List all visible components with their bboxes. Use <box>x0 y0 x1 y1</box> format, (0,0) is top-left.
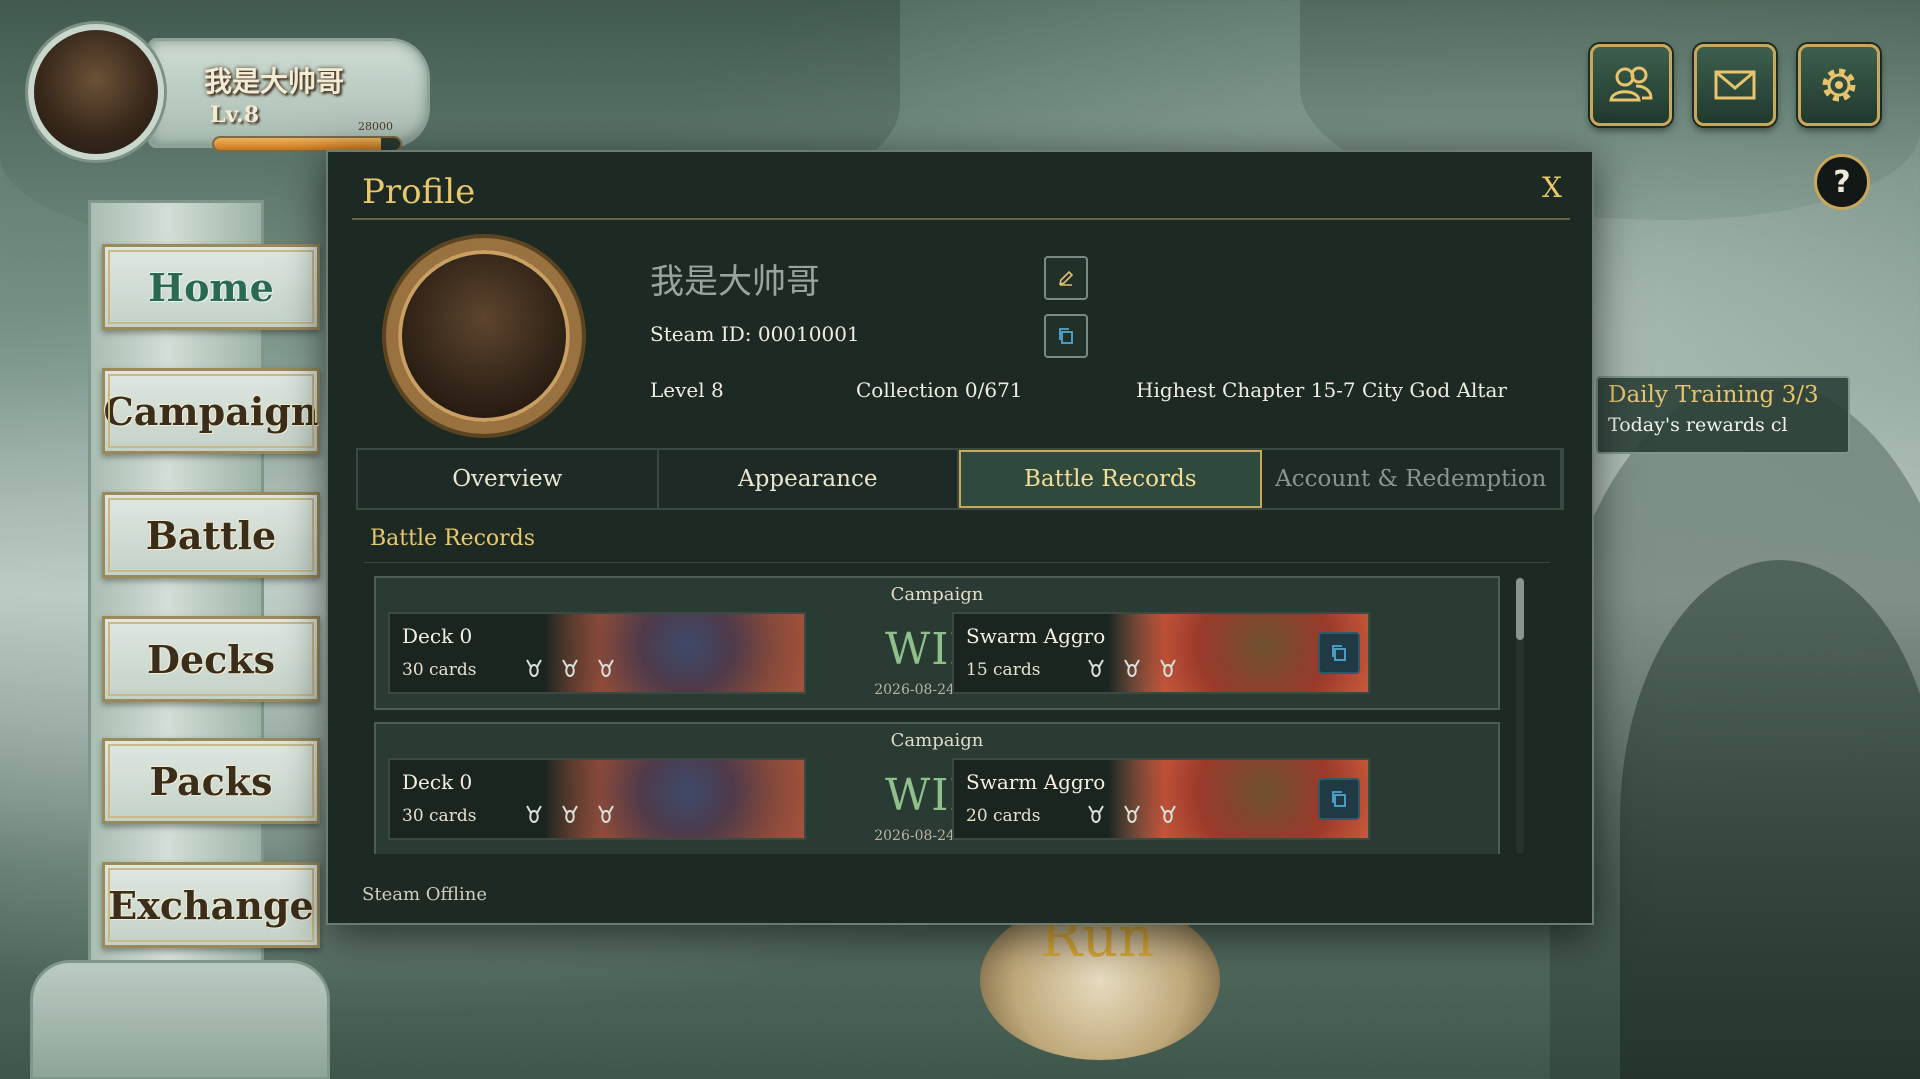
player-deck: Deck 0 30 cards <box>388 612 806 694</box>
player-name: 我是大帅哥 <box>204 65 345 98</box>
profile-avatar[interactable] <box>386 238 582 434</box>
pencil-icon <box>1058 270 1074 286</box>
deck-card-count: 20 cards <box>966 806 1041 826</box>
modal-divider <box>352 218 1570 220</box>
profile-tabs: Overview Appearance Battle Records Accou… <box>356 448 1564 510</box>
player-level: Lv.8 <box>210 102 260 128</box>
faction-icon <box>1084 802 1108 826</box>
steam-status: Steam Offline <box>362 884 488 905</box>
deck-name: Swarm Aggro <box>966 624 1106 648</box>
section-label: Battle Records <box>370 526 536 551</box>
player-avatar[interactable] <box>28 24 164 160</box>
nav-exchange-button[interactable]: Exchange <box>102 862 320 948</box>
nav-packs-button[interactable]: Packs <box>102 738 320 824</box>
battle-record[interactable]: Campaign WIN 2026-08-24 23:46 Deck 0 30 … <box>374 576 1500 710</box>
friends-icon <box>1609 66 1653 102</box>
settings-button[interactable] <box>1798 44 1880 126</box>
profile-name: 我是大帅哥 <box>650 262 820 302</box>
copy-steam-id-button[interactable] <box>1044 314 1088 358</box>
help-button[interactable]: ? <box>1814 154 1870 210</box>
records-scrollbar-thumb[interactable] <box>1516 578 1524 640</box>
copy-deck-button[interactable] <box>1318 632 1360 674</box>
deck-card-count: 15 cards <box>966 660 1041 680</box>
deck-art <box>544 760 804 838</box>
gear-icon <box>1822 68 1856 102</box>
copy-icon <box>1059 328 1073 344</box>
daily-training-title: Daily Training 3/3 <box>1608 382 1819 408</box>
nav-home-label: Home <box>148 264 274 310</box>
pillar-base <box>30 960 330 1079</box>
mail-button[interactable] <box>1694 44 1776 126</box>
faction-icon <box>522 656 546 680</box>
player-deck: Deck 0 30 cards <box>388 758 806 840</box>
deck-art <box>544 614 804 692</box>
section-divider <box>364 562 1550 563</box>
deck-card-count: 30 cards <box>402 660 477 680</box>
nav-battle-button[interactable]: Battle <box>102 492 320 578</box>
collection-stat: Collection 0/671 <box>856 378 1023 402</box>
background-pine-right <box>1620 560 1920 1079</box>
nav-campaign-label: Campaign <box>103 388 319 434</box>
faction-icon <box>594 656 618 680</box>
faction-icon <box>558 802 582 826</box>
faction-icon <box>1084 656 1108 680</box>
nav-campaign-button[interactable]: Campaign <box>102 368 320 454</box>
tab-account-redemption[interactable]: Account & Redemption <box>1261 450 1562 508</box>
steam-id: Steam ID: 00010001 <box>650 322 860 346</box>
nav-decks-label: Decks <box>147 636 275 682</box>
deck-name: Deck 0 <box>402 770 473 794</box>
mail-icon <box>1714 70 1756 100</box>
enemy-deck: Swarm Aggro 20 cards <box>952 758 1370 840</box>
faction-icon <box>558 656 582 680</box>
copy-deck-button[interactable] <box>1318 778 1360 820</box>
close-button[interactable]: X <box>1534 170 1570 206</box>
battle-record[interactable]: Campaign WIN 2026-08-24 23:44 Deck 0 30 … <box>374 722 1500 854</box>
battle-records-list[interactable]: Campaign WIN 2026-08-24 23:46 Deck 0 30 … <box>374 576 1548 854</box>
deck-faction-icons <box>1084 802 1180 826</box>
deck-faction-icons <box>522 802 618 826</box>
deck-name: Swarm Aggro <box>966 770 1106 794</box>
record-mode: Campaign <box>890 730 984 751</box>
record-mode: Campaign <box>890 584 984 605</box>
faction-icon <box>1156 656 1180 680</box>
copy-icon <box>1332 791 1346 807</box>
copy-icon <box>1332 645 1346 661</box>
exp-bar-fill <box>214 138 382 150</box>
tab-battle-records[interactable]: Battle Records <box>959 450 1262 508</box>
nav-packs-label: Packs <box>149 758 273 804</box>
highest-chapter-stat: Highest Chapter 15-7 City God Altar <box>1136 378 1507 402</box>
tab-appearance[interactable]: Appearance <box>658 450 959 508</box>
modal-title: Profile <box>362 172 476 212</box>
player-level-stat: Level 8 <box>650 378 724 402</box>
deck-card-count: 30 cards <box>402 806 477 826</box>
side-nav-pillar: Home Campaign Battle Decks Packs Exchang… <box>10 160 330 1079</box>
deck-name: Deck 0 <box>402 624 473 648</box>
exp-text: 28000 <box>358 120 393 133</box>
tab-overview[interactable]: Overview <box>358 450 659 508</box>
faction-icon <box>1156 802 1180 826</box>
daily-training-panel[interactable]: Daily Training 3/3 Today's rewards cl <box>1596 376 1850 454</box>
faction-icon <box>1120 656 1144 680</box>
profile-modal: Profile X 我是大帅哥 Steam ID: 00010001 Level… <box>326 150 1594 925</box>
nav-home-button[interactable]: Home <box>102 244 320 330</box>
player-card[interactable]: 我是大帅哥 Lv.8 28000 <box>28 24 430 164</box>
enemy-deck: Swarm Aggro 15 cards <box>952 612 1370 694</box>
friends-button[interactable] <box>1590 44 1672 126</box>
edit-name-button[interactable] <box>1044 256 1088 300</box>
faction-icon <box>594 802 618 826</box>
deck-faction-icons <box>522 656 618 680</box>
nav-battle-label: Battle <box>145 512 277 558</box>
faction-icon <box>522 802 546 826</box>
deck-faction-icons <box>1084 656 1180 680</box>
nav-exchange-label: Exchange <box>108 882 314 928</box>
faction-icon <box>1120 802 1144 826</box>
nav-decks-button[interactable]: Decks <box>102 616 320 702</box>
daily-training-subtitle: Today's rewards cl <box>1608 414 1788 436</box>
